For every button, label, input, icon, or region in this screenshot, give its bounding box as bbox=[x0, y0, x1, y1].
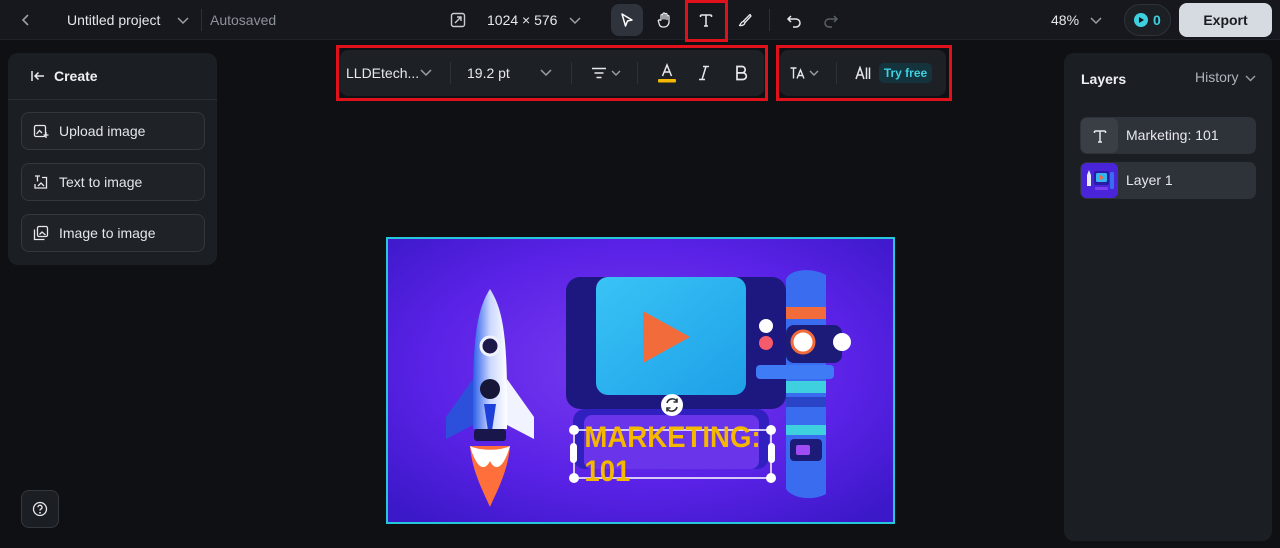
canvas-size[interactable]: 1024 × 576 bbox=[487, 12, 557, 28]
canvas-headline-text[interactable]: MARKETING: 101 bbox=[584, 421, 760, 488]
align-button[interactable] bbox=[588, 64, 624, 82]
create-panel-title: Create bbox=[54, 68, 98, 84]
divider bbox=[201, 9, 202, 31]
upload-image-button[interactable]: Upload image bbox=[21, 112, 205, 150]
divider bbox=[8, 99, 217, 100]
credit-icon bbox=[1134, 13, 1148, 27]
try-free-badge[interactable]: Try free bbox=[879, 63, 932, 83]
help-icon bbox=[32, 501, 48, 517]
italic-icon bbox=[699, 65, 709, 81]
back-chevron-icon[interactable] bbox=[14, 8, 38, 32]
layer-row-text[interactable]: Marketing: 101 bbox=[1080, 117, 1256, 154]
font-family-select[interactable]: LLDEtech... bbox=[346, 65, 419, 81]
chevron-down-icon[interactable] bbox=[568, 14, 582, 28]
font-color-icon bbox=[658, 63, 676, 83]
layer-label: Marketing: 101 bbox=[1126, 127, 1219, 143]
select-tool-button[interactable] bbox=[611, 4, 643, 36]
text-layer-icon bbox=[1081, 118, 1118, 153]
canvas-artboard[interactable]: MARKETING: 101 bbox=[386, 237, 895, 524]
redo-icon bbox=[824, 15, 839, 28]
divider bbox=[836, 62, 837, 84]
autosave-status: Autosaved bbox=[210, 12, 277, 28]
text-to-image-icon bbox=[33, 174, 49, 190]
back-arrow-icon[interactable] bbox=[30, 68, 46, 84]
chevron-down-icon[interactable] bbox=[1089, 14, 1103, 28]
text-icon bbox=[699, 14, 713, 27]
hand-icon bbox=[657, 12, 670, 28]
chevron-down-icon bbox=[809, 70, 819, 76]
upload-image-label: Upload image bbox=[59, 123, 146, 139]
text-to-image-button[interactable]: Text to image bbox=[21, 163, 205, 201]
text-effects-button[interactable] bbox=[786, 64, 822, 82]
upload-image-icon bbox=[33, 123, 49, 139]
export-button[interactable]: Export bbox=[1179, 3, 1272, 37]
divider bbox=[769, 9, 770, 31]
brush-icon bbox=[738, 13, 752, 27]
chevron-down-icon[interactable] bbox=[1243, 71, 1257, 85]
image-to-image-label: Image to image bbox=[59, 225, 156, 241]
layer-row-image[interactable]: Layer 1 bbox=[1080, 162, 1256, 199]
credit-count: 0 bbox=[1153, 12, 1161, 28]
credits-button[interactable]: 0 bbox=[1124, 4, 1171, 36]
align-center-icon bbox=[592, 67, 606, 79]
chevron-down-icon bbox=[611, 70, 621, 76]
resize-icon[interactable] bbox=[448, 10, 468, 30]
chevron-down-icon[interactable] bbox=[539, 66, 553, 80]
rotate-handle-icon bbox=[661, 394, 683, 416]
divider bbox=[637, 62, 638, 84]
undo-icon bbox=[786, 15, 801, 28]
text-effects-icon bbox=[790, 67, 805, 79]
text-color-button[interactable] bbox=[656, 62, 678, 84]
chevron-down-icon[interactable] bbox=[419, 66, 433, 80]
layer-label: Layer 1 bbox=[1126, 172, 1173, 188]
cursor-icon bbox=[621, 13, 633, 27]
image-layer-thumbnail bbox=[1081, 163, 1118, 198]
help-button[interactable] bbox=[21, 490, 59, 528]
divider bbox=[571, 62, 572, 84]
draw-tool-button[interactable] bbox=[729, 4, 761, 36]
divider bbox=[450, 62, 451, 84]
image-to-image-icon bbox=[33, 225, 49, 241]
history-tab[interactable]: History bbox=[1195, 69, 1239, 85]
redo-button[interactable] bbox=[815, 4, 847, 36]
bold-button[interactable] bbox=[731, 63, 751, 83]
layers-panel-title[interactable]: Layers bbox=[1081, 71, 1126, 87]
font-size-input[interactable]: 19.2 pt bbox=[467, 65, 510, 81]
text-tool-button[interactable] bbox=[690, 4, 722, 36]
chevron-down-icon[interactable] bbox=[176, 14, 190, 28]
hand-tool-button[interactable] bbox=[649, 4, 681, 36]
image-to-image-button[interactable]: Image to image bbox=[21, 214, 205, 252]
undo-button[interactable] bbox=[778, 4, 810, 36]
zoom-level[interactable]: 48% bbox=[1051, 12, 1079, 28]
project-title[interactable]: Untitled project bbox=[67, 12, 160, 28]
bold-icon bbox=[736, 65, 748, 81]
italic-button[interactable] bbox=[694, 63, 714, 83]
ai-text-icon[interactable] bbox=[855, 65, 871, 81]
text-to-image-label: Text to image bbox=[59, 174, 143, 190]
